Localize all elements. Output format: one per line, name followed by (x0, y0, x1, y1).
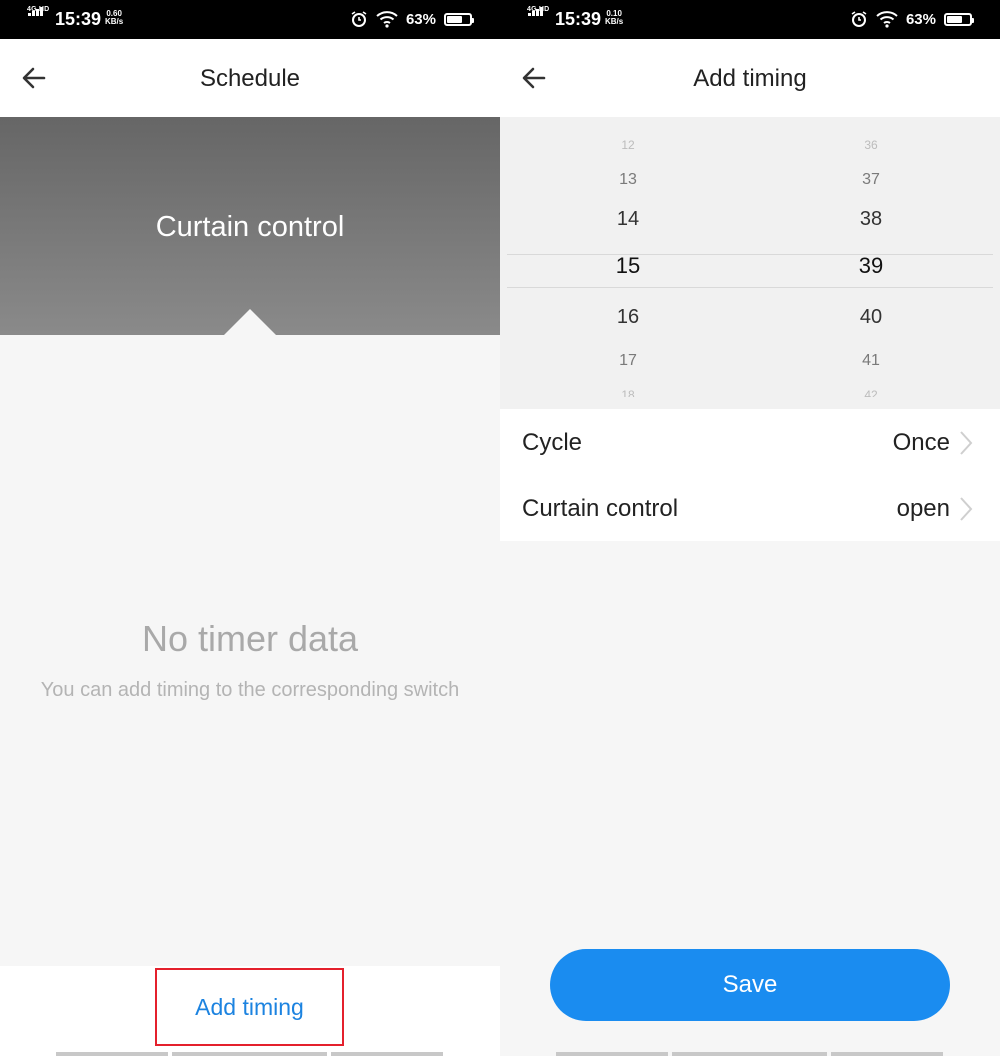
minute-option[interactable]: 38 (821, 209, 921, 229)
alarm-icon (851, 11, 867, 27)
page-title: Add timing (693, 65, 807, 92)
cycle-value: Once (892, 429, 950, 456)
nav-hint (831, 1052, 943, 1056)
minute-option[interactable]: 41 (821, 353, 921, 369)
device-name: Curtain control (155, 211, 345, 243)
cycle-row[interactable]: Cycle Once (500, 409, 1000, 475)
save-button[interactable]: Save (550, 949, 950, 1021)
alarm-icon (351, 11, 367, 27)
wifi-icon (876, 11, 898, 28)
status-bar: 4G HD 15:39 0.60 KB/s 63% (0, 0, 500, 39)
battery-percent: 63% (905, 10, 936, 28)
add-timing-screen: 4G HD 15:39 0.10 KB/s 63% Add timing 12 1… (500, 0, 1000, 1056)
curtain-control-row[interactable]: Curtain control open (500, 475, 1000, 541)
nav-hint (672, 1052, 827, 1056)
hour-option[interactable]: 13 (578, 172, 678, 188)
settings-list: Cycle Once Curtain control open (500, 409, 1000, 541)
bottom-bar: Add timing (0, 966, 500, 1056)
nav-hint (56, 1052, 168, 1056)
hour-option[interactable]: 18 (578, 389, 678, 397)
time-picker: 12 13 14 15 16 17 18 36 37 38 39 40 41 4… (500, 117, 1000, 409)
minute-option[interactable]: 37 (821, 172, 921, 188)
add-timing-button[interactable]: Add timing (155, 968, 344, 1046)
network-speed: 0.10 KB/s (605, 9, 624, 26)
network-speed: 0.60 KB/s (105, 9, 124, 26)
battery-icon (444, 12, 474, 26)
minute-option[interactable]: 40 (821, 307, 921, 327)
cycle-label: Cycle (522, 429, 583, 456)
status-time: 15:39 (55, 9, 102, 29)
schedule-screen: 4G HD 15:39 0.60 KB/s 63% Schedule Curtai… (0, 0, 500, 1056)
empty-state-title: No timer data (141, 618, 359, 659)
hour-option[interactable]: 17 (578, 353, 678, 369)
nav-hint (331, 1052, 443, 1056)
chevron-right-icon (960, 431, 973, 455)
hour-option[interactable]: 12 (578, 139, 678, 151)
curtain-control-label: Curtain control (522, 495, 679, 522)
minute-option[interactable]: 36 (821, 139, 921, 151)
chevron-right-icon (960, 497, 973, 521)
banner-notch (224, 309, 276, 335)
battery-icon (944, 12, 974, 26)
minute-option-selected[interactable]: 39 (821, 255, 921, 277)
device-banner: Curtain control (0, 117, 500, 335)
app-bar: Schedule (0, 39, 500, 117)
page-title: Schedule (199, 65, 301, 92)
minute-wheel[interactable]: 36 37 38 39 40 41 42 (821, 117, 921, 409)
wifi-icon (376, 11, 398, 28)
hour-wheel[interactable]: 12 13 14 15 16 17 18 (578, 117, 678, 409)
hour-option[interactable]: 14 (578, 209, 678, 229)
hour-option-selected[interactable]: 15 (578, 255, 678, 277)
battery-percent: 63% (405, 10, 436, 28)
minute-option[interactable]: 42 (821, 389, 921, 397)
hour-option[interactable]: 16 (578, 307, 678, 327)
status-bar: 4G HD 15:39 0.10 KB/s 63% (500, 0, 1000, 39)
nav-hint (172, 1052, 327, 1056)
curtain-control-value: open (896, 495, 950, 522)
nav-hint (556, 1052, 668, 1056)
status-time: 15:39 (555, 9, 602, 29)
app-bar: Add timing (500, 39, 1000, 117)
empty-state-subtitle: You can add timing to the corresponding … (40, 679, 460, 701)
